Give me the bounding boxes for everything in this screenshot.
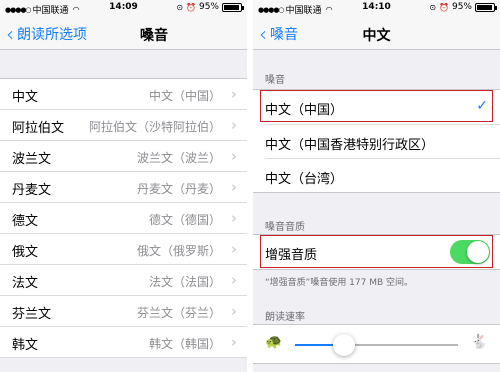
navigation-bar: ‹ 朗读所选项 嗓音 <box>0 16 247 50</box>
voice-option-label: 中文（台湾） <box>265 172 344 187</box>
enhanced-quality-label: 增强音质 <box>265 248 318 263</box>
navigation-bar: ‹ 嗓音 中文 <box>253 16 500 50</box>
voice-option-label: 中文（中国香港特别行政区） <box>265 138 435 153</box>
voice-language-row[interactable]: 法文 法文（法国） › <box>0 265 247 296</box>
page-title: 中文 <box>362 28 391 44</box>
enhanced-quality-row: 增强音质 <box>253 235 500 269</box>
speed-section-header: 朗读速率 <box>265 312 305 323</box>
chevron-right-icon: › <box>231 271 237 289</box>
back-label: 朗读所选项 <box>17 27 87 43</box>
back-button[interactable]: ‹ 朗读所选项 <box>6 24 87 44</box>
voice-language-row[interactable]: 韩文 韩文（韩国） › <box>0 327 247 358</box>
voice-list-screen: ●●●●○ 中国联通 ◠ 14:09 ⊙ ⏰ 95% ‹ 朗读所选项 嗓音 中文… <box>0 0 247 372</box>
voice-detail: 芬兰文（芬兰） <box>136 306 221 320</box>
voice-option-row[interactable]: 中文（中国香港特别行政区） <box>265 124 500 158</box>
voice-language-row[interactable]: 德文 德文（德国） › <box>0 203 247 234</box>
voice-section-header: 嗓音 <box>265 75 285 86</box>
language-name: 波兰文 <box>12 152 52 167</box>
voice-detail: 中文（中国） <box>148 89 221 103</box>
rabbit-icon: 🐇 <box>470 334 488 350</box>
voice-detail: 丹麦文（丹麦） <box>136 182 221 196</box>
voice-detail: 德文（德国） <box>148 213 221 227</box>
voice-language-list: 中文 中文（中国） › 阿拉伯文 阿拉伯文（沙特阿拉伯） › 波兰文 波兰文（波兰） › 丹麦文丹… <box>0 78 247 358</box>
voice-detail: 俄文（俄罗斯） <box>136 244 221 258</box>
chevron-right-icon: › <box>231 333 237 351</box>
language-name: 德文 <box>12 214 39 229</box>
checkmark-icon: ✓ <box>476 98 488 114</box>
enhanced-quality-toggle[interactable] <box>450 240 490 264</box>
chevron-right-icon: › <box>231 178 237 196</box>
chevron-left-icon: ‹ <box>6 22 14 46</box>
orientation-lock-icon: ⊙ <box>176 2 184 12</box>
page-title: 嗓音 <box>140 28 168 44</box>
voice-detail: 阿拉伯文（沙特阿拉伯） <box>88 120 221 134</box>
language-name: 俄文 <box>12 245 39 260</box>
battery-percent: 95% <box>198 2 219 12</box>
chinese-voice-screen: ●●●●○ 中国联通 ◠ 14:10 ⊙ ⏰ 95% ‹ 嗓音 中文 嗓音 中文… <box>253 0 500 372</box>
chevron-right-icon: › <box>231 302 237 320</box>
voice-language-row[interactable]: 丹麦文 丹麦文（丹麦） › <box>0 172 247 203</box>
quality-footnote: “增强音质”嗓音使用 177 MB 空间。 <box>265 278 414 288</box>
voice-options-group: 中文（中国） ✓ 中文（中国香港特别行政区） 中文（台湾） <box>253 89 500 193</box>
voice-language-row[interactable]: 阿拉伯文 阿拉伯文（沙特阿拉伯） › <box>0 110 247 141</box>
turtle-icon: 🐢 <box>265 334 283 350</box>
battery-percent: 95% <box>451 2 472 12</box>
status-right: ⊙ ⏰ 95% <box>176 2 244 12</box>
chevron-right-icon: › <box>231 209 237 227</box>
voice-option-row[interactable]: 中文（台湾） <box>265 158 500 192</box>
quality-group: 增强音质 <box>253 234 500 270</box>
alarm-icon: ⏰ <box>186 2 196 12</box>
language-name: 中文 <box>12 90 39 105</box>
orientation-lock-icon: ⊙ <box>429 2 437 12</box>
alarm-icon: ⏰ <box>439 2 449 12</box>
language-name: 芬兰文 <box>12 307 52 322</box>
speaking-rate-row: 🐢 🐇 <box>253 324 500 364</box>
speaking-rate-slider[interactable] <box>295 344 458 346</box>
voice-detail: 法文（法国） <box>148 275 221 289</box>
status-right: ⊙ ⏰ 95% <box>429 2 497 12</box>
chevron-right-icon: › <box>231 240 237 258</box>
chevron-right-icon: › <box>231 116 237 134</box>
language-name: 丹麦文 <box>12 183 52 198</box>
voice-language-row[interactable]: 芬兰文 芬兰文（芬兰） › <box>0 296 247 327</box>
voice-language-row[interactable]: 波兰文 波兰文（波兰） › <box>0 141 247 172</box>
chevron-right-icon: › <box>231 147 237 165</box>
battery-icon <box>222 2 244 12</box>
voice-language-row[interactable]: 中文 中文（中国） › <box>0 79 247 110</box>
quality-section-header: 嗓音音质 <box>265 222 305 233</box>
language-name: 阿拉伯文 <box>12 121 65 136</box>
voice-detail: 韩文（韩国） <box>148 337 221 351</box>
voice-language-row[interactable]: 俄文 俄文（俄罗斯） › <box>0 234 247 265</box>
toggle-knob <box>467 241 489 263</box>
chevron-right-icon: › <box>231 85 237 103</box>
battery-icon <box>475 2 497 12</box>
language-name: 法文 <box>12 276 39 291</box>
voice-detail: 波兰文（波兰） <box>136 151 221 165</box>
language-name: 韩文 <box>12 338 39 353</box>
slider-thumb[interactable] <box>332 334 355 356</box>
voice-option-row[interactable]: 中文（中国） ✓ <box>253 90 500 124</box>
voice-option-label: 中文（中国） <box>265 103 344 118</box>
status-bar: ●●●●○ 中国联通 ◠ 14:09 ⊙ ⏰ 95% <box>0 0 247 16</box>
status-bar: ●●●●○ 中国联通 ◠ 14:10 ⊙ ⏰ 95% <box>253 0 500 16</box>
